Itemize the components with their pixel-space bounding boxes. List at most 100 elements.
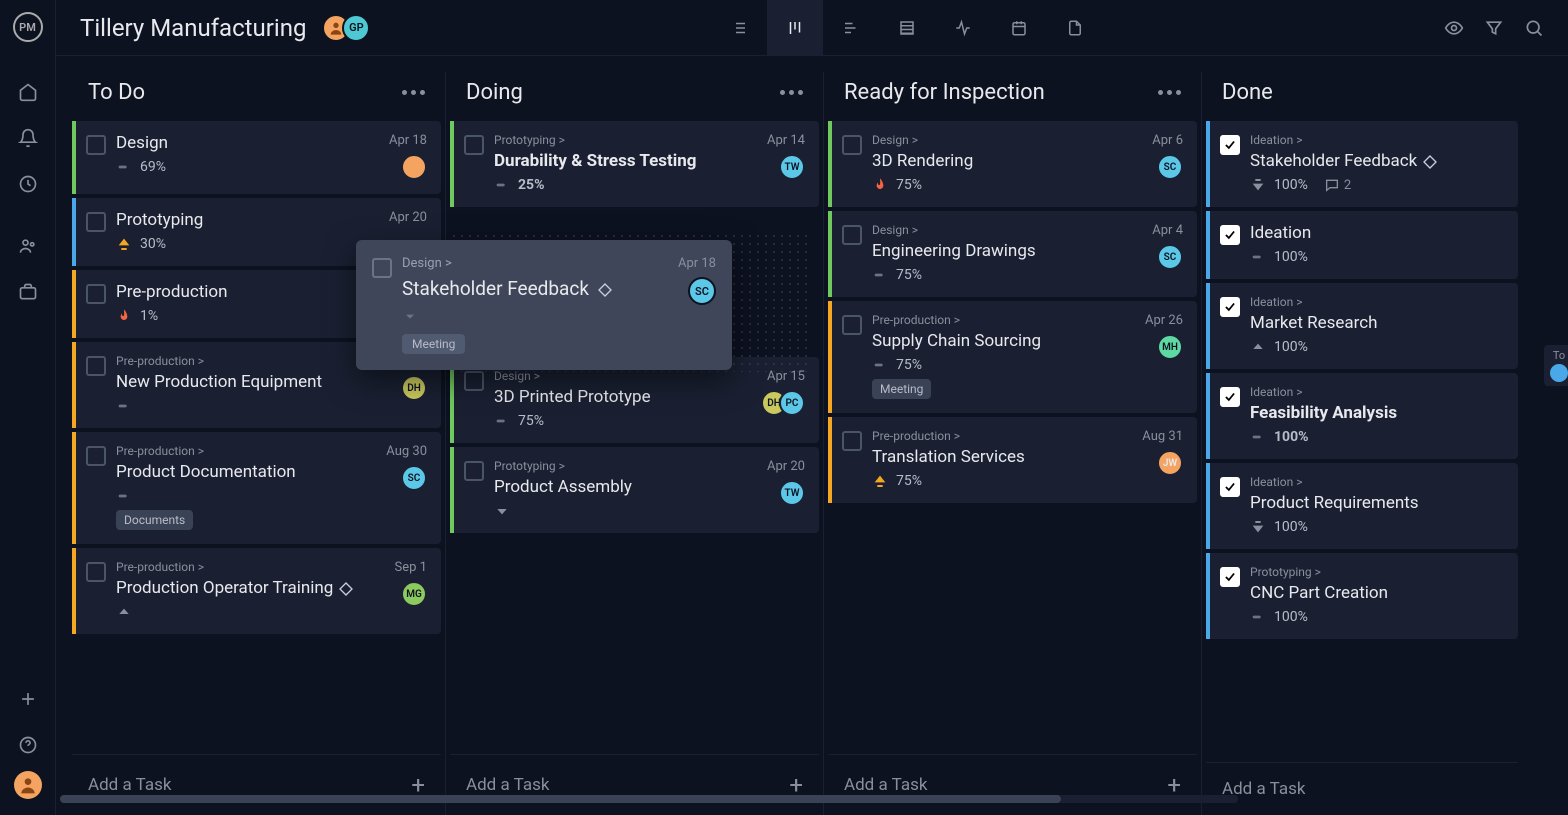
task-checkbox[interactable] [1220,135,1240,155]
filter-icon[interactable] [1484,18,1504,38]
priority-icon [872,357,888,373]
task-checkbox[interactable] [842,315,862,335]
assignees[interactable]: DHPC [761,390,805,416]
task-card[interactable]: Ideation 100% [1206,211,1518,279]
breadcrumb: Prototyping > [1250,565,1504,579]
project-title: Tillery Manufacturing [80,14,306,42]
view-sheet-icon[interactable] [879,0,935,56]
task-card[interactable]: Ideation > Stakeholder Feedback 100% 2 [1206,121,1518,207]
card-title: Translation Services [872,447,1132,467]
assignees[interactable]: DH [401,375,427,401]
task-checkbox[interactable] [86,284,106,304]
progress: 75% [896,473,922,489]
card-stripe [1206,553,1210,639]
priority-icon [494,177,510,193]
clock-icon[interactable] [8,164,48,204]
home-icon[interactable] [8,72,48,112]
assignees[interactable]: TW [779,154,805,180]
assignees[interactable]: MG [401,581,427,607]
task-checkbox[interactable] [464,135,484,155]
task-card[interactable]: Ideation > Product Requirements 100% [1206,463,1518,549]
add-task-button[interactable]: Add a Task+ [828,754,1197,815]
progress: 30% [140,236,166,252]
view-gantt-icon[interactable] [823,0,879,56]
logo[interactable]: PM [13,12,43,42]
priority-icon [1250,339,1266,355]
bell-icon[interactable] [8,118,48,158]
add-task-button[interactable]: Add a Task+ [72,754,441,815]
task-card[interactable]: Prototyping > Durability & Stress Testin… [450,121,819,207]
task-checkbox[interactable] [1220,297,1240,317]
assignees[interactable]: JW [1157,450,1183,476]
card-title: Engineering Drawings [872,241,1142,261]
card-title: 3D Rendering [872,151,1142,171]
card-stripe [1206,283,1210,369]
task-checkbox[interactable] [1220,387,1240,407]
task-card[interactable]: Pre-production > Translation Services 75… [828,417,1197,503]
card-title: Prototyping [116,210,379,230]
assignees[interactable]: TW [779,480,805,506]
task-checkbox[interactable] [464,371,484,391]
breadcrumb: Pre-production > [116,560,385,574]
horizontal-scrollbar[interactable] [60,795,1238,803]
column-menu[interactable] [1158,90,1181,95]
task-checkbox[interactable] [1220,477,1240,497]
assignees[interactable]: SC [401,465,427,491]
column-menu[interactable] [402,90,425,95]
assignees[interactable]: SC [1157,154,1183,180]
task-card[interactable]: Ideation > Market Research 100% [1206,283,1518,369]
progress: 100% [1274,249,1308,265]
task-card[interactable]: Pre-production > Supply Chain Sourcing 7… [828,301,1197,413]
task-checkbox[interactable] [86,562,106,582]
task-card[interactable]: Prototyping > Product Assembly Apr 20 TW [450,447,819,533]
user-avatar[interactable] [14,771,42,799]
view-calendar-icon[interactable] [991,0,1047,56]
briefcase-icon[interactable] [8,272,48,312]
assignees[interactable] [401,154,427,180]
task-card[interactable]: Design > Engineering Drawings 75% Apr 4 … [828,211,1197,297]
task-card[interactable]: Pre-production > Product Documentation D… [72,432,441,544]
visibility-icon[interactable] [1444,18,1464,38]
comments-count[interactable]: 2 [1324,177,1351,193]
view-activity-icon[interactable] [935,0,991,56]
task-checkbox[interactable] [86,356,106,376]
collapsed-panel[interactable]: To [1544,345,1568,386]
add-icon[interactable] [8,679,48,719]
team-icon[interactable] [8,226,48,266]
task-checkbox[interactable] [464,461,484,481]
task-card[interactable]: Pre-production > Production Operator Tra… [72,548,441,634]
assignees[interactable]: MH [1157,334,1183,360]
column-menu[interactable] [780,90,803,95]
project-members[interactable]: GP [322,14,370,42]
card-stripe [72,121,76,194]
task-checkbox[interactable] [86,135,106,155]
dragging-card[interactable]: Design > Stakeholder Feedback Meeting Ap… [356,240,732,370]
due-date: Apr 6 [1152,133,1183,148]
assignees[interactable]: SC [1157,244,1183,270]
task-checkbox[interactable] [86,446,106,466]
progress: 75% [896,357,922,373]
task-card[interactable]: Design 69% Apr 18 [72,121,441,194]
task-card[interactable]: Design > 3D Rendering 75% Apr 6 SC [828,121,1197,207]
task-card[interactable]: Ideation > Feasibility Analysis 100% [1206,373,1518,459]
add-task-button[interactable]: Add a Task [1206,762,1518,815]
priority-icon [494,503,510,519]
task-card[interactable]: Prototyping > CNC Part Creation 100% [1206,553,1518,639]
help-icon[interactable] [8,725,48,765]
task-checkbox[interactable] [1220,225,1240,245]
view-board-icon[interactable] [767,0,823,56]
card-stripe [1206,211,1210,279]
progress: 100% [1274,519,1308,535]
view-files-icon[interactable] [1047,0,1103,56]
task-checkbox[interactable] [842,135,862,155]
task-checkbox[interactable] [1220,567,1240,587]
task-checkbox[interactable] [86,212,106,232]
search-icon[interactable] [1524,18,1544,38]
add-task-button[interactable]: Add a Task+ [450,754,819,815]
view-list-icon[interactable] [711,0,767,56]
task-checkbox[interactable] [842,431,862,451]
due-date: Apr 14 [767,133,805,148]
progress: 75% [896,267,922,283]
task-checkbox[interactable] [372,258,392,278]
task-checkbox[interactable] [842,225,862,245]
